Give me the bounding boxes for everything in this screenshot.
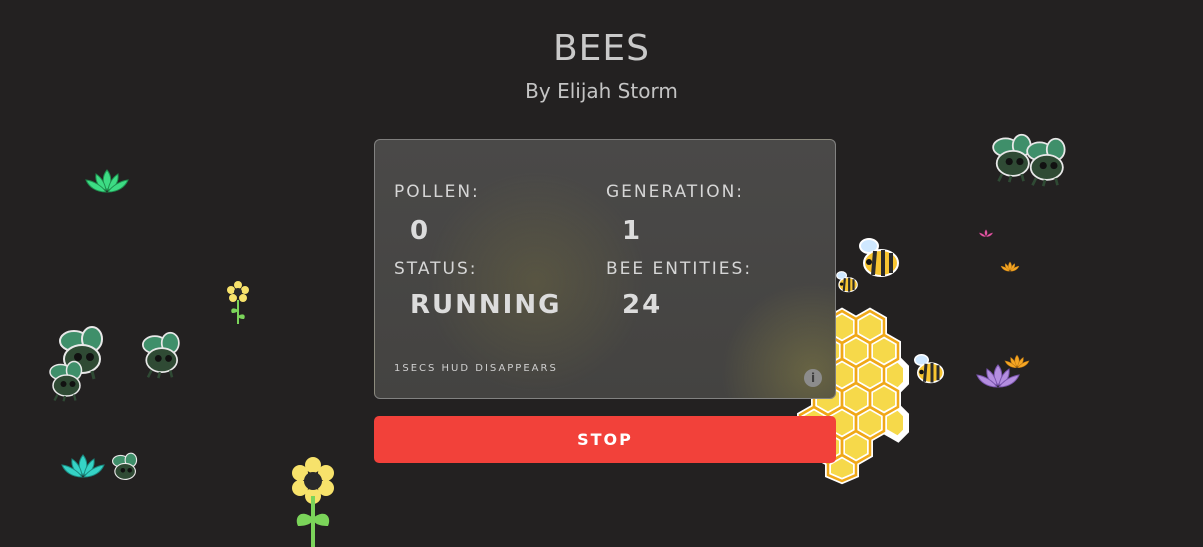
pollen-label: POLLEN:	[394, 182, 480, 202]
lotus-icon	[61, 454, 105, 478]
flower-icon	[227, 281, 249, 324]
status-label: STATUS:	[394, 259, 478, 279]
pollen-value: 0	[410, 216, 431, 246]
game-title: BEES	[552, 28, 651, 70]
bee-entities-label: BEE ENTITIES:	[606, 259, 753, 279]
lotus-icon	[978, 229, 994, 237]
flower-icon	[292, 457, 334, 547]
bee-entities-value: 24	[622, 290, 663, 320]
bee-icon	[914, 354, 944, 384]
generation-label: GENERATION:	[606, 182, 745, 202]
generation-value: 1	[622, 216, 643, 246]
info-icon[interactable]: i	[804, 369, 822, 387]
stop-button[interactable]: STOP	[374, 416, 836, 463]
lotus-icon	[85, 169, 129, 193]
bee-icon	[836, 271, 858, 293]
author-byline: By Elijah Storm	[525, 79, 678, 103]
zombie-bee-icon	[1026, 137, 1066, 187]
zombie-bee-icon	[112, 452, 138, 480]
hud-panel: POLLEN: 0 GENERATION: 1 STATUS: RUNNING …	[374, 139, 836, 399]
lotus-icon	[1004, 354, 1030, 369]
hud-timeout-note: 1SECS HUD DISAPPEARS	[394, 363, 558, 374]
status-value: RUNNING	[410, 290, 562, 320]
zombie-bee-icon	[49, 360, 83, 402]
zombie-bee-icon	[142, 331, 180, 379]
lotus-icon	[1000, 261, 1020, 272]
bee-icon	[859, 238, 899, 277]
